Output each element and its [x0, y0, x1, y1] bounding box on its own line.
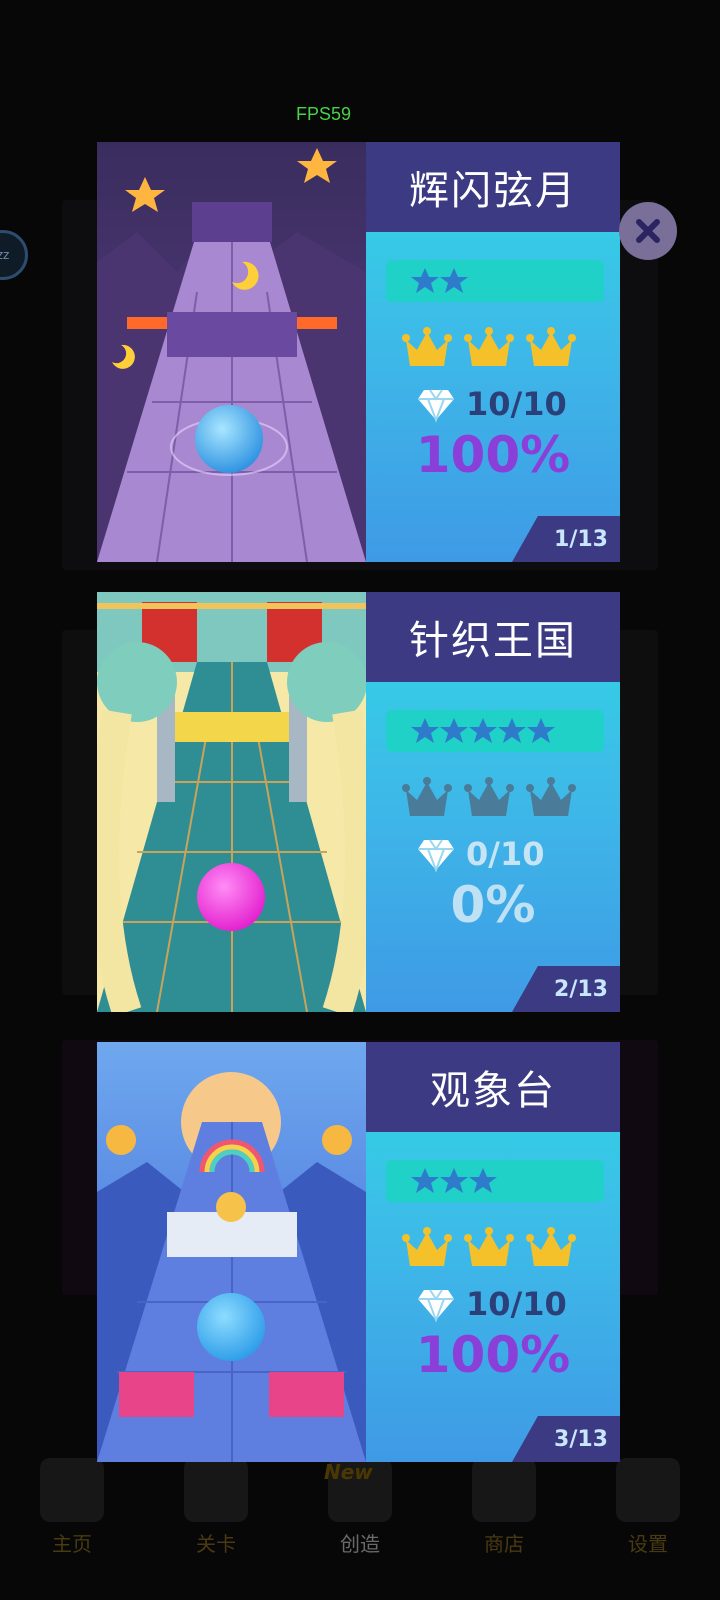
page-indicator: 3/13 — [512, 1416, 620, 1462]
gem-count: 0/10 — [466, 835, 545, 873]
level-title: 针织王国 — [366, 592, 620, 682]
level-title: 辉闪弦月 — [366, 142, 620, 232]
level-thumbnail — [97, 1042, 366, 1462]
crown-icon — [464, 777, 514, 816]
level-thumbnail — [97, 592, 366, 1012]
diamond-icon — [418, 389, 454, 423]
level-info-panel: 针织王国 0/10 0% 2/13 — [366, 592, 620, 1012]
completion-percent: 100% — [415, 1326, 571, 1384]
close-button[interactable] — [619, 202, 677, 260]
star-icon — [440, 1168, 468, 1193]
crown-icon — [402, 327, 452, 366]
crown-icon — [464, 327, 514, 366]
crown-icon — [526, 777, 576, 816]
crown-row — [402, 326, 576, 372]
difficulty-stars — [386, 710, 604, 752]
crown-icon — [402, 777, 452, 816]
nav-settings[interactable]: 设置 — [593, 1450, 703, 1600]
star-icon — [411, 1168, 439, 1193]
nav-label: 关卡 — [196, 1532, 236, 1556]
star-icon — [440, 268, 468, 293]
diamond-icon — [418, 1289, 454, 1323]
nav-home[interactable]: 主页 — [17, 1450, 127, 1600]
cart-icon — [472, 1458, 536, 1522]
level-title: 观象台 — [366, 1042, 620, 1132]
level-info-panel: 观象台 10/10 100% 3/13 — [366, 1042, 620, 1462]
star-icon — [469, 1168, 497, 1193]
completion-percent: 0% — [450, 876, 536, 934]
home-icon — [40, 1458, 104, 1522]
crown-icon — [464, 1227, 514, 1266]
nav-label: 设置 — [628, 1532, 668, 1556]
gem-row: 0/10 — [416, 834, 544, 874]
crown-icon — [402, 1227, 452, 1266]
gem-count: 10/10 — [466, 385, 567, 423]
star-icon — [411, 718, 439, 743]
diamond-icon — [418, 839, 454, 873]
level-card[interactable]: 辉闪弦月 10/10 100% 1/13 — [97, 142, 620, 562]
difficulty-stars — [386, 1160, 604, 1202]
level-thumbnail — [97, 142, 366, 562]
star-icon — [411, 268, 439, 293]
crown-icon — [526, 327, 576, 366]
fps-counter: FPS59 — [296, 104, 352, 124]
close-icon — [636, 219, 660, 243]
star-icon — [440, 718, 468, 743]
nav-label: 主页 — [52, 1532, 92, 1556]
nav-shop[interactable]: 商店 — [449, 1450, 559, 1600]
crown-row — [402, 1226, 576, 1272]
side-bubble-text: zz — [0, 248, 10, 262]
difficulty-stars — [386, 260, 604, 302]
star-icon — [498, 718, 526, 743]
star-icon — [469, 718, 497, 743]
crown-icon — [526, 1227, 576, 1266]
level-card[interactable]: 针织王国 0/10 0% 2/13 — [97, 592, 620, 1012]
gear-icon — [616, 1458, 680, 1522]
star-icon — [527, 718, 555, 743]
level-info-panel: 辉闪弦月 10/10 100% 1/13 — [366, 142, 620, 562]
page-indicator: 1/13 — [512, 516, 620, 562]
nav-label: 商店 — [484, 1532, 524, 1556]
nav-label: 创造 — [340, 1532, 380, 1556]
gem-count: 10/10 — [466, 1285, 567, 1323]
list-icon — [184, 1458, 248, 1522]
gem-row: 10/10 — [416, 384, 567, 424]
nav-levels[interactable]: 关卡 — [161, 1450, 271, 1600]
completion-percent: 100% — [415, 426, 571, 484]
level-card[interactable]: 观象台 10/10 100% 3/13 — [97, 1042, 620, 1462]
new-badge: New — [324, 1460, 373, 1484]
page-indicator: 2/13 — [512, 966, 620, 1012]
side-bubble[interactable]: zz — [0, 230, 28, 280]
crown-row — [402, 776, 576, 822]
gem-row: 10/10 — [416, 1284, 567, 1324]
